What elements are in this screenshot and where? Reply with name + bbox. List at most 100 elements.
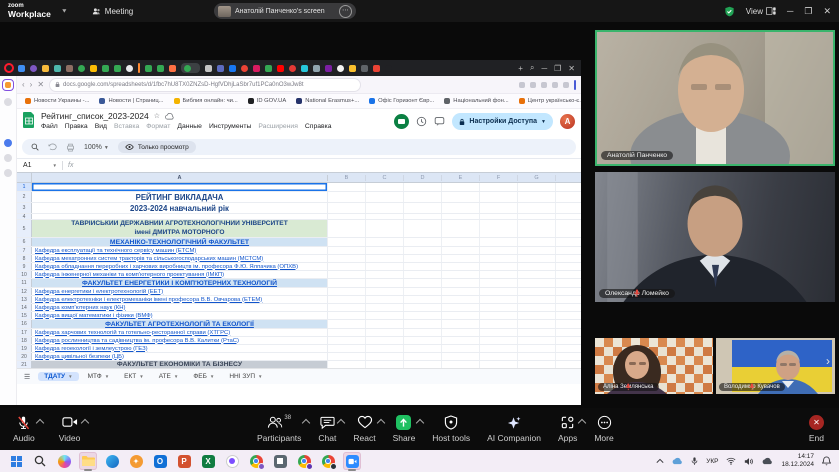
- share-access-button[interactable]: Настройки Доступа ▼: [452, 113, 553, 130]
- toolbar-end-button[interactable]: ✕End: [804, 408, 829, 450]
- chevron-down-icon[interactable]: ▼: [105, 374, 109, 379]
- menu-Вставка[interactable]: Вставка: [114, 124, 139, 131]
- column-header-E[interactable]: E: [442, 175, 480, 181]
- video-tile-1[interactable]: Анатолій Панченко: [595, 30, 835, 166]
- browser-tab[interactable]: [42, 65, 49, 72]
- column-header-F[interactable]: F: [480, 175, 518, 181]
- empty-cells[interactable]: [328, 271, 581, 278]
- bookmark-item[interactable]: Библия онлайн: чи...: [174, 98, 238, 104]
- browser-maximize-icon[interactable]: ❐: [554, 64, 561, 73]
- browser-tab[interactable]: [145, 65, 152, 72]
- empty-cells[interactable]: [328, 337, 581, 344]
- toolbar-apps-button[interactable]: Apps: [553, 408, 582, 450]
- chevron-up-icon[interactable]: [302, 419, 310, 427]
- bookmark-item[interactable]: Новости | Страниц...: [99, 98, 163, 104]
- browser-tab[interactable]: [169, 65, 176, 72]
- empty-cells[interactable]: [328, 361, 581, 368]
- file-explorer-icon[interactable]: [79, 452, 97, 470]
- onedrive-icon[interactable]: [672, 457, 683, 465]
- empty-cells[interactable]: [328, 288, 581, 295]
- browser-tab[interactable]: [30, 65, 37, 72]
- chrome-profile-icon[interactable]: [247, 452, 265, 470]
- department-link-cell[interactable]: Кафедра інженерної механіки та комп'ютер…: [32, 271, 328, 278]
- sheet-tab-ЕКТ[interactable]: ЕКТ▼: [118, 372, 150, 381]
- browser-tab[interactable]: [385, 65, 392, 72]
- chevron-up-icon[interactable]: [376, 419, 384, 427]
- sidebar-dot-icon[interactable]: [4, 98, 12, 106]
- wifi-icon[interactable]: [726, 457, 736, 465]
- star-icon[interactable]: ☆: [154, 113, 160, 120]
- workspace-icon[interactable]: [2, 79, 14, 91]
- bookmark-item[interactable]: National Erasmus+...: [296, 98, 359, 104]
- weather-cloud-icon[interactable]: [762, 457, 773, 465]
- print-icon[interactable]: [66, 143, 75, 152]
- department-link-cell[interactable]: Кафедра експлуатації та технічного серві…: [32, 247, 328, 254]
- video-tile-2[interactable]: Олександр Ломейко: [595, 172, 835, 302]
- browser-tab[interactable]: [205, 65, 212, 72]
- browser-tab[interactable]: [114, 65, 121, 72]
- browser-tab-active[interactable]: [181, 63, 200, 73]
- row-number[interactable]: 4: [17, 214, 32, 219]
- browser-tab[interactable]: [184, 65, 191, 72]
- tab-search-icon[interactable]: ⌕: [530, 63, 534, 73]
- row-number[interactable]: 20: [17, 353, 32, 360]
- profile-indicator[interactable]: [574, 80, 577, 90]
- back-icon[interactable]: ‹: [22, 81, 25, 89]
- menu-Файл[interactable]: Файл: [41, 124, 58, 131]
- chevron-up-icon[interactable]: [36, 419, 44, 427]
- menu-Формат[interactable]: Формат: [146, 124, 170, 131]
- browser-tab[interactable]: [229, 65, 236, 72]
- security-shield-icon[interactable]: [724, 6, 735, 17]
- sheet-tab-ТДАТУ[interactable]: ТДАТУ▼: [38, 372, 78, 381]
- row-number[interactable]: 19: [17, 345, 32, 352]
- minimize-button[interactable]: ─: [787, 7, 793, 16]
- spreadsheet-grid[interactable]: ABCDEFG 12РЕЙТИНГ ВИКЛАДАЧА32023-2024 на…: [17, 173, 581, 368]
- empty-cells[interactable]: [328, 247, 581, 254]
- department-link-cell[interactable]: Кафедра рослинництва та садівництва ім. …: [32, 337, 328, 344]
- column-header-C[interactable]: C: [366, 175, 404, 181]
- bookmark-item[interactable]: Національний фон...: [444, 98, 508, 104]
- department-link-cell[interactable]: Кафедра обладнання переробних і харчових…: [32, 263, 328, 270]
- undo-icon[interactable]: [48, 143, 57, 151]
- toolbar-video-button[interactable]: Video: [54, 408, 86, 450]
- chevron-up-icon[interactable]: [578, 419, 586, 427]
- row-number[interactable]: 1: [17, 183, 32, 191]
- browser-tab[interactable]: [66, 65, 73, 72]
- row-number[interactable]: 21: [17, 361, 32, 368]
- browser-tab[interactable]: [349, 65, 356, 72]
- browser-tab[interactable]: [18, 65, 25, 72]
- empty-cells[interactable]: [328, 320, 581, 328]
- empty-cells[interactable]: [328, 296, 581, 303]
- chevron-down-icon[interactable]: ▼: [541, 119, 546, 125]
- chevron-down-icon[interactable]: ▼: [61, 8, 68, 14]
- search-icon[interactable]: [31, 143, 39, 151]
- row-number[interactable]: 5: [17, 220, 32, 237]
- tab-meeting[interactable]: Meeting: [92, 7, 133, 16]
- chevron-up-icon[interactable]: [81, 419, 89, 427]
- mail-app-icon[interactable]: [103, 452, 121, 470]
- browser-tab[interactable]: [253, 65, 260, 72]
- chevron-down-icon[interactable]: ▼: [68, 374, 72, 379]
- opera-menu-icon[interactable]: [4, 63, 14, 73]
- browser-tab[interactable]: [361, 65, 368, 72]
- volume-icon[interactable]: [744, 457, 754, 466]
- sheets-logo-icon[interactable]: [23, 112, 35, 128]
- department-link-cell[interactable]: Кафедра вищої математики і фізики (ВМФ): [32, 312, 328, 319]
- chrome-profile-icon[interactable]: [319, 452, 337, 470]
- view-button[interactable]: View: [746, 7, 776, 16]
- row-number[interactable]: 14: [17, 304, 32, 311]
- extension-icon[interactable]: [552, 82, 558, 88]
- sheet-cell[interactable]: ФАКУЛЬТЕТ АГРОТЕХНОЛОГІЙ ТА ЕКОЛОГІЇ: [32, 320, 328, 328]
- browser-tab[interactable]: [313, 65, 320, 72]
- extension-icon[interactable]: [541, 82, 547, 88]
- zoom-app-icon[interactable]: [343, 452, 361, 470]
- department-link-cell[interactable]: Кафедра харчових технологій та готельно-…: [32, 329, 328, 336]
- sidebar-dot-icon[interactable]: [4, 154, 12, 162]
- empty-cells[interactable]: [328, 353, 581, 360]
- select-all-corner[interactable]: [17, 173, 32, 182]
- bookmark-item[interactable]: Центр українсько-є...: [519, 98, 581, 104]
- address-bar[interactable]: docs.google.com/spreadsheets/d/1fbc7hU8T…: [49, 78, 361, 92]
- empty-cells[interactable]: [328, 263, 581, 270]
- row-number[interactable]: 11: [17, 279, 32, 287]
- sheet-cell[interactable]: МЕХАНІКО-ТЕХНОЛОГІЧНИЙ ФАКУЛЬТЕТ: [32, 238, 328, 246]
